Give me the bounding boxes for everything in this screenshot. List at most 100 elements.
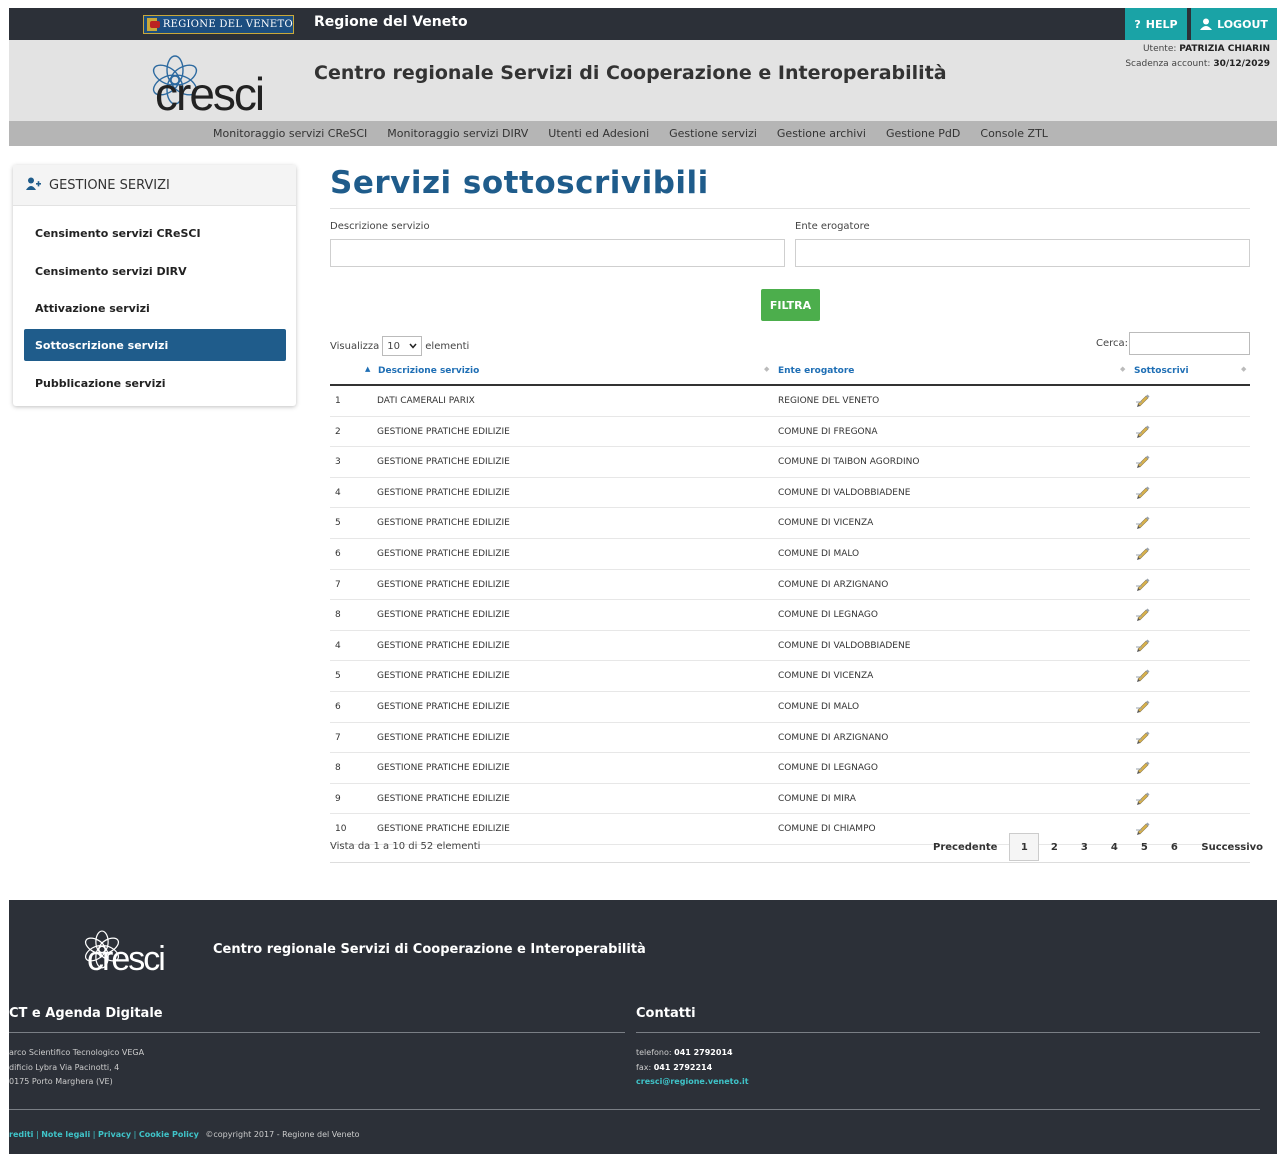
- footer-link-privacy[interactable]: Privacy: [98, 1130, 131, 1139]
- sidebar-item-censimento-cresci[interactable]: Censimento servizi CReSCI: [24, 217, 286, 249]
- subscribe-pen-icon[interactable]: [1135, 575, 1151, 591]
- subscribe-pen-icon[interactable]: [1135, 789, 1151, 805]
- sidebar-item-censimento-dirv[interactable]: Censimento servizi DIRV: [24, 255, 286, 287]
- row-descrizione: GESTIONE PRATICHE EDILIZIE: [377, 579, 510, 590]
- footer-link-crediti[interactable]: rediti: [9, 1130, 33, 1139]
- subscribe-pen-icon[interactable]: [1135, 605, 1151, 622]
- header-descrizione[interactable]: Descrizione servizio: [378, 366, 479, 376]
- logout-label: LOGOUT: [1217, 17, 1268, 31]
- row-ente: COMUNE DI LEGNAGO: [778, 763, 878, 774]
- descrizione-input[interactable]: [330, 239, 785, 267]
- row-number: 5: [335, 518, 341, 529]
- page-button-4[interactable]: 4: [1099, 833, 1129, 861]
- subscribe-pen-icon[interactable]: [1135, 513, 1151, 530]
- filtra-button[interactable]: FILTRA: [761, 289, 820, 321]
- sidebar-item-sottoscrizione[interactable]: Sottoscrizione servizi: [24, 329, 286, 361]
- ente-label: Ente erogatore: [795, 221, 870, 232]
- region-veneto-logo[interactable]: REGIONE DEL VENETO: [143, 15, 294, 34]
- next-page-button[interactable]: Successivo: [1189, 833, 1275, 861]
- row-number: 10: [335, 824, 347, 835]
- nav-item-utenti-adesioni[interactable]: Utenti ed Adesioni: [548, 127, 649, 140]
- nav-item-console-ztl[interactable]: Console ZTL: [980, 127, 1048, 140]
- user-add-icon: [26, 177, 41, 194]
- table-row: 9 GESTIONE PRATICHE EDILIZIE COMUNE DI MIR…: [330, 784, 1250, 815]
- sort-icon: ◆: [1120, 365, 1126, 373]
- cresci-logo[interactable]: cresci: [145, 52, 295, 120]
- subscribe-pen-icon[interactable]: [1135, 452, 1151, 469]
- row-number: 5: [335, 671, 341, 682]
- row-number: 2: [335, 426, 341, 437]
- table-row: 6 GESTIONE PRATICHE EDILIZIE COMUNE DI MAL…: [330, 692, 1250, 723]
- row-ente: COMUNE DI MALO: [778, 701, 860, 712]
- subscribe-pen-icon[interactable]: [1135, 697, 1151, 713]
- row-ente: COMUNE DI MIRA: [778, 793, 856, 804]
- header-sottoscrivi[interactable]: Sottoscrivi: [1134, 366, 1189, 376]
- row-descrizione: DATI CAMERALI PARIX: [377, 396, 475, 406]
- sort-icon: ◆: [1241, 365, 1247, 373]
- region-flag-icon: [147, 18, 160, 31]
- region-logo-text: REGIONE DEL VENETO: [162, 19, 293, 30]
- subscribe-pen-icon[interactable]: [1135, 636, 1151, 652]
- table-row: 4 GESTIONE PRATICHE EDILIZIE COMUNE DI VAL…: [330, 478, 1250, 509]
- subscribe-pen-icon[interactable]: [1135, 758, 1151, 775]
- sidebar-item-attivazione[interactable]: Attivazione servizi: [24, 292, 286, 324]
- page-frame: REGIONE DEL VENETO Regione del Veneto ? …: [9, 8, 1277, 1154]
- nav-item-monitoraggio-cresci[interactable]: Monitoraggio servizi CReSCI: [213, 127, 367, 140]
- table-row: 4 GESTIONE PRATICHE EDILIZIE COMUNE DI VAL…: [330, 631, 1250, 662]
- table-row: 7 GESTIONE PRATICHE EDILIZIE COMUNE DI ARZ…: [330, 570, 1250, 601]
- page-button-5[interactable]: 5: [1129, 833, 1159, 861]
- footer-cresci-logo[interactable]: cresci: [79, 928, 194, 978]
- search-input[interactable]: [1129, 332, 1250, 355]
- subscribe-pen-icon[interactable]: [1135, 544, 1151, 560]
- ente-input[interactable]: [795, 239, 1250, 267]
- row-number: 8: [335, 610, 341, 621]
- sidebar-item-pubblicazione[interactable]: Pubblicazione servizi: [24, 367, 286, 399]
- row-number: 1: [335, 396, 341, 406]
- row-ente: COMUNE DI VALDOBBIADENE: [778, 640, 911, 651]
- subscribe-pen-icon[interactable]: [1135, 483, 1151, 499]
- row-descrizione: GESTIONE PRATICHE EDILIZIE: [377, 610, 510, 621]
- page-button-2[interactable]: 2: [1039, 833, 1069, 861]
- footer-link-cookie-policy[interactable]: Cookie Policy: [139, 1130, 199, 1139]
- row-ente: COMUNE DI LEGNAGO: [778, 610, 878, 621]
- row-ente: COMUNE DI VICENZA: [778, 671, 874, 682]
- header-title: Centro regionale Servizi di Cooperazione…: [314, 62, 947, 84]
- prev-page-button[interactable]: Precedente: [921, 833, 1009, 861]
- table-row: 5 GESTIONE PRATICHE EDILIZIE COMUNE DI VIC…: [330, 661, 1250, 692]
- logout-button[interactable]: LOGOUT: [1191, 8, 1277, 40]
- footer-address: arco Scientifico Tecnologico VEGA difici…: [9, 1046, 144, 1090]
- nav-item-gestione-pdd[interactable]: Gestione PdD: [886, 127, 960, 140]
- subscribe-pen-icon[interactable]: [1135, 422, 1151, 438]
- table-info: Vista da 1 a 10 di 52 elementi: [330, 841, 481, 852]
- sort-icon: ◆: [764, 365, 770, 373]
- nav-item-monitoraggio-dirv[interactable]: Monitoraggio servizi DIRV: [387, 127, 528, 140]
- header-ente[interactable]: Ente erogatore: [778, 366, 854, 376]
- row-descrizione: GESTIONE PRATICHE EDILIZIE: [377, 548, 510, 559]
- footer-link-note-legali[interactable]: Note legali: [41, 1130, 90, 1139]
- footer-contacts: telefono: 041 2792014 fax: 041 2792214 c…: [636, 1046, 749, 1090]
- subscribe-pen-icon[interactable]: [1135, 666, 1151, 683]
- table-row: 7 GESTIONE PRATICHE EDILIZIE COMUNE DI ARZ…: [330, 723, 1250, 754]
- length-prefix: Visualizza: [330, 340, 380, 352]
- footer: cresci Centro regionale Servizi di Coope…: [9, 900, 1277, 1154]
- subscribe-pen-icon[interactable]: [1135, 391, 1151, 407]
- page-button-1[interactable]: 1: [1009, 833, 1040, 861]
- subscribe-pen-icon[interactable]: [1135, 728, 1151, 744]
- length-select[interactable]: 10: [382, 336, 423, 356]
- email-link[interactable]: cresci@regione.veneto.it: [636, 1077, 749, 1086]
- row-descrizione: GESTIONE PRATICHE EDILIZIE: [377, 701, 510, 712]
- address-line: arco Scientifico Tecnologico VEGA: [9, 1048, 145, 1057]
- nav-item-gestione-archivi[interactable]: Gestione archivi: [777, 127, 866, 140]
- nav-item-gestione-servizi[interactable]: Gestione servizi: [669, 127, 757, 140]
- top-bar: REGIONE DEL VENETO Regione del Veneto ? …: [9, 8, 1277, 40]
- row-number: 8: [335, 763, 341, 774]
- help-button[interactable]: ? HELP: [1125, 8, 1187, 40]
- row-ente: COMUNE DI ARZIGNANO: [778, 579, 889, 590]
- footer-contacts-divider: [636, 1032, 1260, 1033]
- help-label: HELP: [1145, 17, 1178, 31]
- page-button-6[interactable]: 6: [1159, 833, 1189, 861]
- user-name: PATRIZIA CHIARIN: [1179, 44, 1270, 54]
- page-button-3[interactable]: 3: [1069, 833, 1099, 861]
- table-row: 3 GESTIONE PRATICHE EDILIZIE COMUNE DI TAI…: [330, 447, 1250, 478]
- row-descrizione: GESTIONE PRATICHE EDILIZIE: [377, 793, 510, 804]
